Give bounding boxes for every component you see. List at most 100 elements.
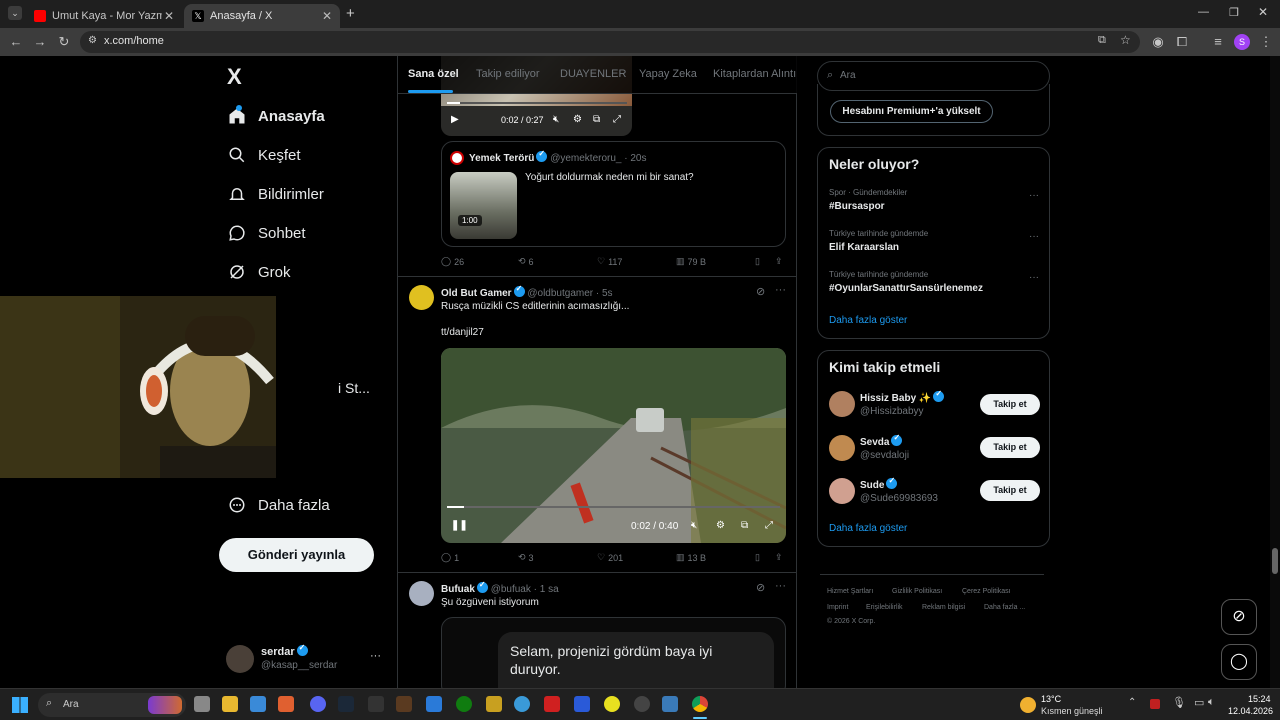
close-tab-icon[interactable]: ✕ — [164, 9, 174, 23]
like-button[interactable]: ♡ 117 — [597, 256, 622, 267]
trend-item[interactable]: Elif Karaarslan — [829, 242, 899, 253]
video-progress-bar[interactable] — [447, 102, 627, 104]
incognito-icon[interactable]: ◉ — [1150, 34, 1166, 50]
epic-games-icon[interactable] — [368, 696, 384, 712]
trends-show-more-link[interactable]: Daha fazla göster — [829, 315, 907, 326]
like-button[interactable]: ♡ 201 — [597, 552, 623, 563]
app-icon[interactable] — [486, 696, 502, 712]
avatar[interactable] — [829, 478, 855, 504]
task-view-icon[interactable] — [194, 696, 210, 712]
post-image[interactable]: Selam, projenizi gördüm baya iyi duruyor… — [441, 617, 786, 688]
grok-floating-button[interactable]: ⊘ — [1221, 599, 1257, 635]
share-icon[interactable]: ⇪ — [775, 256, 783, 267]
post-more-icon[interactable]: ··· — [775, 284, 786, 296]
obs-icon[interactable] — [634, 696, 650, 712]
clock-time[interactable]: 15:24 — [1248, 694, 1271, 704]
scrollbar-thumb[interactable] — [1272, 548, 1278, 574]
clock-date[interactable]: 12.04.2026 — [1228, 706, 1273, 716]
avatar[interactable] — [829, 391, 855, 417]
profile-avatar[interactable]: S — [1234, 34, 1250, 50]
tab-duayenler[interactable]: DUAYENLER — [560, 68, 626, 80]
trend-more-icon[interactable]: ··· — [1029, 272, 1039, 283]
tab-for-you[interactable]: Sana özel — [408, 68, 459, 80]
footer-link[interactable]: Imprint — [827, 604, 848, 611]
site-info-icon[interactable]: ⚙ — [88, 35, 97, 46]
account-menu-icon[interactable]: ··· — [370, 650, 381, 662]
bookmark-icon[interactable]: ▯ — [755, 552, 760, 563]
nav-grok[interactable]: Grok — [228, 258, 291, 286]
close-tab-icon[interactable]: ✕ — [322, 9, 332, 23]
steam-icon[interactable] — [338, 696, 354, 712]
acrobat-icon[interactable] — [544, 696, 560, 712]
footer-link[interactable]: Daha fazla ... — [984, 604, 1025, 611]
close-window-icon[interactable]: ✕ — [1258, 5, 1268, 19]
fullscreen-icon[interactable]: ⤢ — [613, 114, 621, 125]
page-scrollbar[interactable] — [1270, 56, 1280, 688]
speaker-icon[interactable]: ▭ — [1194, 696, 1204, 709]
chrome-icon[interactable] — [692, 696, 708, 712]
video-progress-bar[interactable] — [447, 506, 780, 508]
media-control-icon[interactable]: ≡ — [1210, 34, 1226, 50]
grok-post-icon[interactable]: ⊘ — [756, 581, 765, 594]
nav-home[interactable]: Anasayfa — [228, 102, 325, 130]
trend-item[interactable]: #Bursaspor — [829, 201, 885, 212]
nav-explore[interactable]: Keşfet — [228, 141, 301, 169]
address-bar[interactable]: ⚙ x.com/home ⧉ ☆ — [80, 31, 1140, 53]
app-icon[interactable] — [574, 696, 590, 712]
sidebar-truncated-label[interactable]: i St... — [338, 380, 370, 396]
trend-more-icon[interactable]: ··· — [1029, 231, 1039, 242]
store-icon[interactable] — [250, 696, 266, 712]
bookmark-icon[interactable]: ▯ — [755, 256, 760, 267]
follow-button[interactable]: Takip et — [980, 480, 1040, 501]
xbox-icon[interactable] — [456, 696, 472, 712]
volume-icon[interactable]: 🔈︎ — [1208, 696, 1215, 709]
play-icon[interactable]: ▶ — [451, 114, 459, 125]
share-icon[interactable]: ⇪ — [775, 552, 783, 563]
maximize-icon[interactable]: ❐ — [1229, 6, 1239, 19]
bookmark-star-icon[interactable]: ☆ — [1120, 33, 1131, 47]
browser-tab-youtube[interactable]: Umut Kaya - Mor Yazma (Officia ✕ — [26, 4, 182, 28]
folder-icon[interactable] — [222, 696, 238, 712]
tab-following[interactable]: Takip ediliyor — [476, 68, 540, 80]
settings-icon[interactable]: ⚙ — [716, 520, 725, 531]
avatar[interactable] — [409, 581, 434, 606]
fullscreen-icon[interactable]: ⤢ — [765, 520, 773, 531]
nav-chat[interactable]: Sohbet — [228, 219, 306, 247]
new-tab-button[interactable]: + — [346, 5, 355, 22]
app-icon[interactable] — [604, 696, 620, 712]
pause-icon[interactable]: ❚❚ — [451, 520, 468, 531]
discord-icon[interactable] — [310, 696, 326, 712]
browser-menu-icon[interactable]: ⋮ — [1258, 34, 1274, 50]
taskbar-search[interactable]: ⌕ Ara — [38, 693, 186, 717]
nav-more[interactable]: Daha fazla — [228, 491, 330, 519]
views-button[interactable]: ▥ 79 B — [676, 256, 706, 267]
footer-link[interactable]: Çerez Politikası — [962, 588, 1011, 595]
post-button[interactable]: Gönderi yayınla — [219, 538, 374, 572]
avatar[interactable] — [829, 435, 855, 461]
pip-icon[interactable]: ⧉ — [741, 520, 748, 531]
tray-app-icon[interactable] — [1150, 699, 1160, 709]
app-icon[interactable] — [514, 696, 530, 712]
trend-item[interactable]: #OyunlarSanattırSansürlenemez — [829, 283, 983, 294]
install-app-icon[interactable]: ⧉ — [1098, 34, 1106, 47]
reload-icon[interactable]: ↻ — [56, 34, 72, 50]
grok-post-icon[interactable]: ⊘ — [756, 285, 765, 298]
footer-link[interactable]: Gizlilik Politikası — [892, 588, 942, 595]
forward-icon[interactable]: → — [32, 34, 48, 50]
messages-floating-button[interactable]: ◯ — [1221, 644, 1257, 680]
views-button[interactable]: ▥ 13 B — [676, 552, 706, 563]
tray-chevron-icon[interactable]: ⌃ — [1128, 697, 1136, 708]
extensions-icon[interactable]: ⧠ — [1174, 34, 1190, 50]
tab-yapay-zeka[interactable]: Yapay Zeka — [639, 68, 697, 80]
browser-tab-x[interactable]: 𝕏 Anasayfa / X ✕ — [184, 4, 340, 28]
follow-button[interactable]: Takip et — [980, 394, 1040, 415]
reply-button[interactable]: ◯ 26 — [441, 256, 464, 267]
app-icon[interactable] — [662, 696, 678, 712]
tab-list-icon[interactable]: ⌄ — [8, 6, 22, 20]
windows-start-icon[interactable] — [12, 697, 28, 713]
quoted-post[interactable]: Yemek Terörü @yemekteroru_ · 20s 1:00 Yo… — [441, 141, 786, 247]
back-icon[interactable]: ← — [8, 34, 24, 50]
settings-icon[interactable]: ⚙ — [573, 114, 582, 125]
footer-link[interactable]: Erişilebilirlik — [866, 604, 903, 611]
photos-icon[interactable] — [278, 696, 294, 712]
